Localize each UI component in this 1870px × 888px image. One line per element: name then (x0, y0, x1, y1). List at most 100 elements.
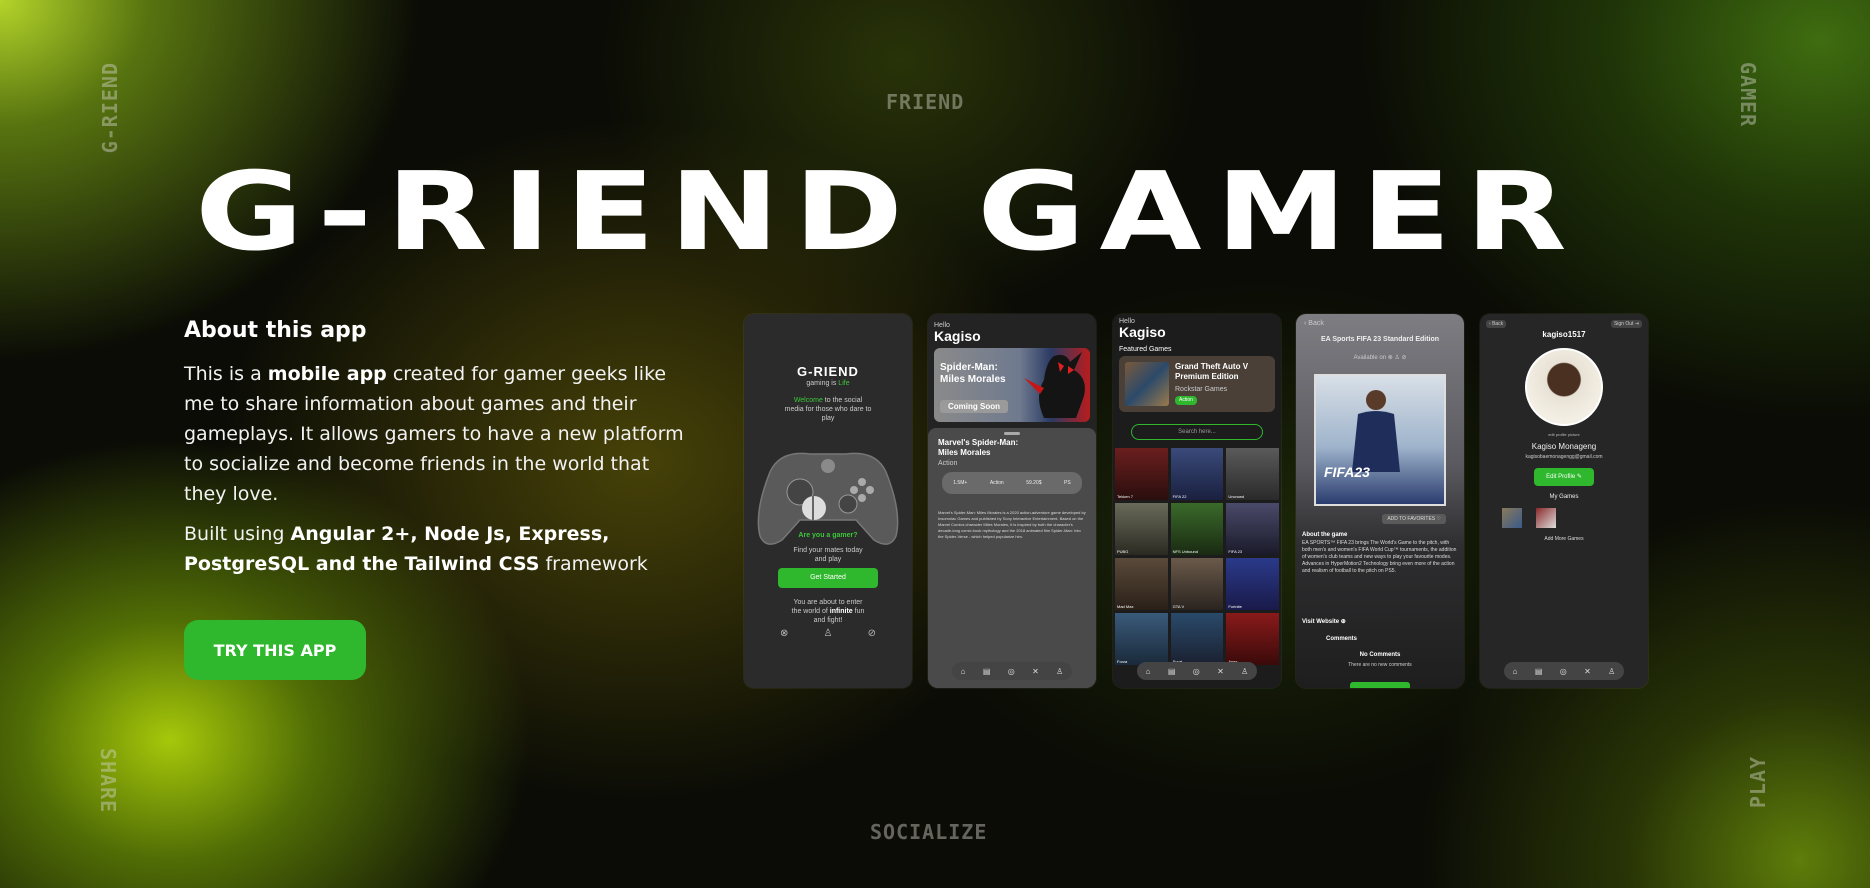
fifa-cover-image: FIFA23 (1314, 374, 1446, 506)
available-on: Available on ⊗ ♙ ⊘ (1296, 354, 1464, 361)
back-button[interactable]: ‹ Back (1486, 320, 1507, 328)
corner-label-gamer: GAMER (1736, 62, 1760, 128)
game-tile[interactable]: FIFA 23 (1226, 503, 1279, 555)
hero-word-griend: G-RIEND (195, 148, 918, 276)
game-tile[interactable]: NFS Unbound (1170, 503, 1224, 555)
my-games-heading: My Games (1549, 494, 1579, 500)
stat-genre: Action (989, 480, 1004, 486)
tagline-text: gaming is (806, 380, 839, 387)
get-started-button[interactable]: Get Started (778, 568, 878, 588)
user-name: Kagiso (1119, 324, 1166, 340)
tools-icon[interactable]: ✕ (1217, 667, 1224, 676)
corner-label-play: PLAY (1746, 756, 1770, 809)
game-tile[interactable]: GTA V (1170, 558, 1224, 610)
games-grid: Tekken 7 FIFA 22 Uncrowd PUBG NFS Unboun… (1115, 448, 1279, 665)
edit-picture-link[interactable]: edit profile picture (1480, 432, 1648, 437)
add-more-games-link[interactable]: Add More Games (1480, 536, 1648, 542)
back-button[interactable]: ‹ Back (1304, 320, 1324, 327)
featured-banner[interactable]: Spider-Man: Miles Morales Coming Soon (934, 348, 1090, 422)
xbox-icon: ⊗ (1387, 355, 1393, 361)
available-label: Available on (1353, 355, 1387, 361)
news-icon[interactable]: ▤ (1535, 667, 1543, 676)
splash-question: Are you a gamer? (798, 532, 858, 539)
about-text-a: This is a (184, 363, 268, 385)
game-tile[interactable]: Uncrowd (1226, 448, 1279, 500)
home-icon[interactable]: ⌂ (1146, 667, 1151, 676)
comment-button[interactable] (1350, 682, 1410, 688)
featured-studio: Rockstar Games (1175, 386, 1228, 393)
globe-icon: ⊕ (1340, 619, 1346, 625)
profile-icon[interactable]: ♙ (1056, 667, 1063, 676)
my-game-thumbnail[interactable] (1502, 508, 1522, 528)
tools-icon[interactable]: ✕ (1584, 667, 1591, 676)
games-icon[interactable]: ◎ (1008, 667, 1015, 676)
playstation-icon: ♙ (823, 628, 833, 639)
game-tile-label: GTA V (1172, 604, 1185, 609)
news-icon[interactable]: ▤ (1168, 667, 1176, 676)
bottom-nav: ⌂ ▤ ◎ ✕ ♙ (952, 662, 1072, 680)
splash-about: You are about to enter the world of infi… (788, 598, 868, 625)
profile-full-name: Kagiso Monageng (1531, 442, 1597, 451)
splash-tagline: gaming is Life (744, 380, 912, 387)
back-label: Back (1492, 321, 1504, 327)
game-tile[interactable]: Sport (1170, 613, 1224, 665)
no-comments: No Comments (1359, 652, 1401, 658)
game-tile-label: Mad Max (1117, 604, 1134, 609)
cover-title: FIFA23 (1324, 464, 1370, 480)
news-icon[interactable]: ▤ (983, 667, 991, 676)
phone-fifa-screen: ‹ Back EA Sports FIFA 23 Standard Editio… (1296, 314, 1464, 688)
visit-website-link[interactable]: Visit Website ⊕ (1302, 618, 1346, 625)
about-text-bold: mobile app (267, 363, 387, 385)
phone-featured-screen: Hello Kagiso Featured Games Grand Theft … (1113, 314, 1281, 688)
game-tile[interactable]: Apex (1226, 613, 1279, 665)
signout-label: Sign Out (1613, 321, 1634, 327)
splash-logo: G-RIEND (797, 364, 859, 379)
add-favorites-button[interactable]: ADD TO FAVORITES ♡ (1382, 514, 1446, 524)
corner-label-friend: FRIEND (886, 90, 965, 114)
stat-downloads: 1.5M+ (953, 480, 968, 486)
pencil-icon: ✎ (1576, 474, 1582, 480)
playstation-icon: ♙ (1394, 355, 1400, 361)
about-section: About this app This is a mobile app crea… (184, 318, 684, 589)
home-icon[interactable]: ⌂ (1513, 667, 1518, 676)
profile-icon[interactable]: ♙ (1241, 667, 1248, 676)
search-input[interactable]: Search here... (1131, 424, 1263, 440)
featured-tag: Action (1175, 396, 1197, 405)
back-label: Back (1308, 320, 1324, 327)
profile-icon[interactable]: ♙ (1608, 667, 1615, 676)
game-tile[interactable]: Forza (1115, 613, 1168, 665)
comments-heading: Comments (1326, 636, 1358, 642)
signout-button[interactable]: Sign Out ⇥ (1610, 320, 1642, 328)
tech-text-c: framework (539, 553, 648, 575)
profile-email: kagisobaemonagengg@gmail.com (1525, 454, 1603, 460)
game-stats: 1.5M+ Action 59.20$ PS (942, 472, 1082, 494)
about-game-text: EA SPORTS™ FIFA 23 brings The World's Ga… (1302, 540, 1457, 574)
avatar[interactable] (1525, 348, 1603, 426)
featured-card[interactable]: Grand Theft Auto V Premium Edition Rocks… (1119, 356, 1275, 412)
bottom-nav: ⌂ ▤ ◎ ✕ ♙ (1504, 662, 1624, 680)
games-icon[interactable]: ◎ (1193, 667, 1200, 676)
corner-label-share: SHARE (96, 748, 120, 814)
bottom-nav: ⌂ ▤ ◎ ✕ ♙ (1137, 662, 1257, 680)
about-text-bold: infinite (829, 608, 853, 615)
tools-icon[interactable]: ✕ (1032, 667, 1039, 676)
add-favorites-label: ADD TO FAVORITES (1387, 516, 1436, 522)
edit-profile-button[interactable]: Edit Profile ✎ (1534, 468, 1594, 486)
games-icon[interactable]: ◎ (1560, 667, 1567, 676)
home-icon[interactable]: ⌂ (961, 667, 966, 676)
game-tile[interactable]: Tekken 7 (1115, 448, 1168, 500)
game-tile[interactable]: Fortnite (1226, 558, 1279, 610)
game-tile[interactable]: Mad Max (1115, 558, 1168, 610)
edit-profile-label: Edit Profile (1546, 474, 1576, 480)
phone-game-detail-screen: Hello Kagiso Spider-Man: Miles Morales C… (928, 314, 1096, 688)
logout-icon: ⇥ (1634, 321, 1639, 327)
try-app-button[interactable]: TRY THIS APP (184, 620, 366, 680)
game-tile-label: FIFA 23 (1228, 549, 1243, 554)
game-tile[interactable]: PUBG (1115, 503, 1168, 555)
profile-username: kagiso1517 (1542, 330, 1586, 339)
my-game-thumbnail[interactable] (1536, 508, 1556, 528)
game-title: Marvel's Spider-Man: Miles Morales (938, 438, 1019, 457)
game-tile[interactable]: FIFA 22 (1170, 448, 1224, 500)
featured-title: Grand Theft Auto V Premium Edition (1175, 362, 1249, 381)
tagline-highlight: Life (838, 380, 850, 387)
